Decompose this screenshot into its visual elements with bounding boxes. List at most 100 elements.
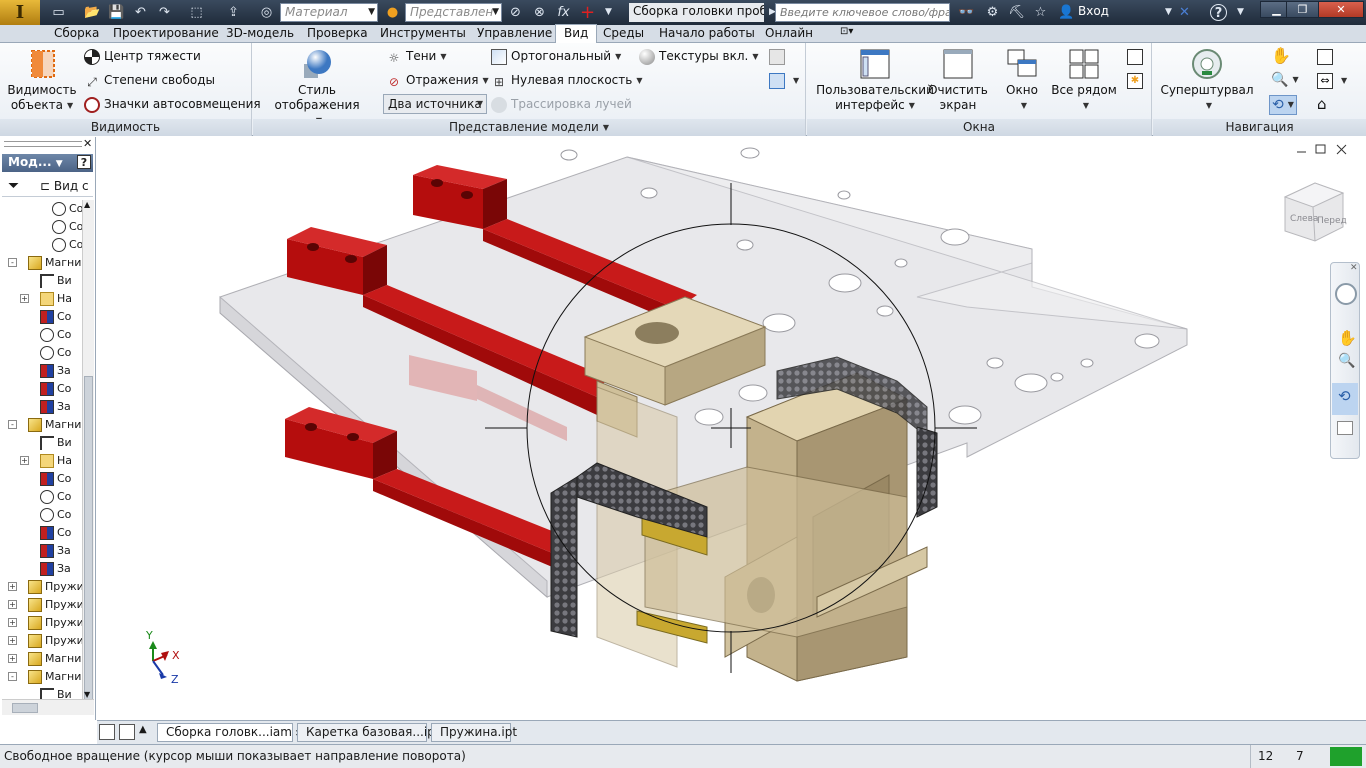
hscroll-thumb[interactable] [12,703,38,713]
tab-6[interactable]: Вид [555,24,598,43]
view-cube-left-face[interactable]: Слева [1290,214,1318,224]
tab-5[interactable]: Управление [477,26,552,40]
scroll-thumb[interactable] [84,376,93,706]
tools-icon[interactable]: ⚙ [984,4,1001,21]
cascade-button[interactable] [1127,47,1147,65]
view-select[interactable]: ⊏ Вид с [40,179,89,193]
tab-2[interactable]: 3D-модель [226,26,294,40]
appearance-button[interactable]: ▼ [769,71,799,90]
view-cube-front-face[interactable]: Перед [1317,216,1347,226]
visual-style-button[interactable]: Стиль отображения▼ [261,48,373,128]
tree-node[interactable]: Co [40,380,71,398]
tab-4[interactable]: Инструменты [380,26,466,40]
browser-header[interactable]: Мод... ▼? [2,154,93,172]
customize-icon[interactable]: ▼ [600,4,617,21]
close-icon[interactable]: ✕ [1350,263,1358,273]
dof-button[interactable]: ⤢ Степени свободы [84,71,215,89]
textures-button[interactable]: Текстуры вкл. ▼ [639,47,759,66]
tree-node[interactable]: Пружи [28,596,82,614]
tab-0[interactable]: Сборка [54,26,99,40]
tree-node[interactable]: Магни [28,254,81,272]
tree-node[interactable]: Co [52,236,82,254]
new-icon[interactable]: ▭ [50,4,67,21]
tree-expander[interactable]: + [8,636,17,645]
tree-node[interactable]: Пружи [28,632,82,650]
redo-icon[interactable]: ↷ [156,4,173,21]
ground-plane-button[interactable]: ⊞ Нулевая плоскость ▼ [491,71,643,90]
exchange-icon[interactable]: ⛏ [1008,4,1025,21]
view-cube[interactable]: Слева Перед [1283,182,1347,242]
steering-wheel-button[interactable]: Суперштурвал ▼ [1159,48,1255,113]
clear-icon[interactable]: ⊗ [531,4,548,21]
chevron-down-icon[interactable]: ▼ [1232,4,1249,21]
pan-icon[interactable]: ✋ [1338,329,1357,347]
close-button[interactable]: ✕ [1318,1,1364,18]
tree-node[interactable]: За [40,362,71,380]
tab-3[interactable]: Проверка [307,26,368,40]
tree-node[interactable]: Ви [40,272,72,290]
tree-expander[interactable]: + [8,618,17,627]
browser-hscrollbar[interactable] [2,699,94,715]
tree-node[interactable]: Co [52,218,82,236]
tree-node[interactable]: Co [40,488,71,506]
tab-7[interactable]: Среды [603,26,644,40]
object-visibility-button[interactable]: Видимость объекта ▼ [6,48,78,113]
tile-button[interactable]: Все рядом ▼ [1051,48,1117,113]
tree-expander[interactable]: - [8,672,17,681]
update-icon[interactable]: ⇪ [225,4,242,21]
tree-expander[interactable]: + [8,600,17,609]
new-window-button[interactable]: ✱ [1127,71,1147,89]
tile-icon[interactable] [119,724,135,740]
tree-expander[interactable]: + [8,654,17,663]
zoom-button[interactable]: 🔍 ▼ [1271,71,1299,89]
graphics-window[interactable]: Y X Z Слева Перед [97,137,1366,720]
document-tab[interactable]: Пружина.ipt [431,723,517,742]
window-button[interactable]: Окно ▼ [997,48,1047,113]
app-menu-button[interactable]: I [0,0,40,25]
chevron-up-icon[interactable]: ▲ [139,724,147,735]
tab-9[interactable]: Онлайн [765,26,813,40]
look-at-icon[interactable] [1337,421,1353,435]
binoculars-icon[interactable]: 👓 [958,4,975,21]
tree-node[interactable]: Магни [28,668,81,686]
representation-select[interactable]: Представлен ▼ [405,3,502,22]
chevron-down-icon[interactable]: ▼ [1160,4,1177,21]
tree-node[interactable]: Магни [28,416,81,434]
exchange-apps-icon[interactable]: ✕ [1176,4,1193,21]
tree-node[interactable]: Магни [28,650,81,668]
tree-expander[interactable]: - [8,258,17,267]
scroll-down-icon[interactable]: ▼ [84,690,90,699]
zoom-icon[interactable]: 🔍 [1338,353,1355,369]
undo-icon[interactable]: ↶ [132,4,149,21]
maximize-button[interactable]: ❐ [1286,1,1319,18]
tree-node[interactable]: Co [40,470,71,488]
orbit-button[interactable]: ⟲ [1332,383,1358,415]
look-at-button[interactable] [1317,47,1337,65]
filter-icon[interactable]: ⏷ [8,178,19,194]
help-icon[interactable]: ? [1210,4,1227,21]
panel-title-model-representation[interactable]: Представление модели ▼ [253,119,805,136]
zoom-all-button[interactable]: ⇔ ▼ [1317,71,1347,90]
autolimit-button[interactable]: Значки автосовмещения [84,95,261,113]
tree-node[interactable]: Co [40,308,71,326]
light-source-select[interactable]: Два источника ▼ [383,94,487,114]
tree-node[interactable]: Co [40,326,71,344]
reflections-button[interactable]: ⊘ Отражения ▼ [386,71,489,90]
pan-button[interactable]: ✋ [1271,47,1291,65]
tree-expander[interactable]: + [20,294,29,303]
tree-node[interactable]: Ви [40,434,72,452]
document-tab[interactable]: Сборка головк...iam ✕ [157,723,302,742]
steering-wheel-icon[interactable] [1335,283,1357,305]
search-input[interactable]: Введите ключевое слово/фразу [775,3,950,22]
tree-node[interactable]: На [40,452,72,470]
tree-node[interactable]: Co [40,344,71,362]
center-of-gravity-button[interactable]: Центр тяжести [84,47,201,65]
tree-node[interactable]: Пружи [28,614,82,632]
tree-node[interactable]: Co [40,524,71,542]
tree-node[interactable]: За [40,542,71,560]
half-section-button[interactable] [769,47,789,65]
help-icon[interactable]: ? [77,155,91,169]
cross-icon[interactable]: + [579,4,596,22]
viewport-close-icon[interactable] [1336,144,1347,155]
user-icon[interactable]: 👤 [1058,4,1075,21]
